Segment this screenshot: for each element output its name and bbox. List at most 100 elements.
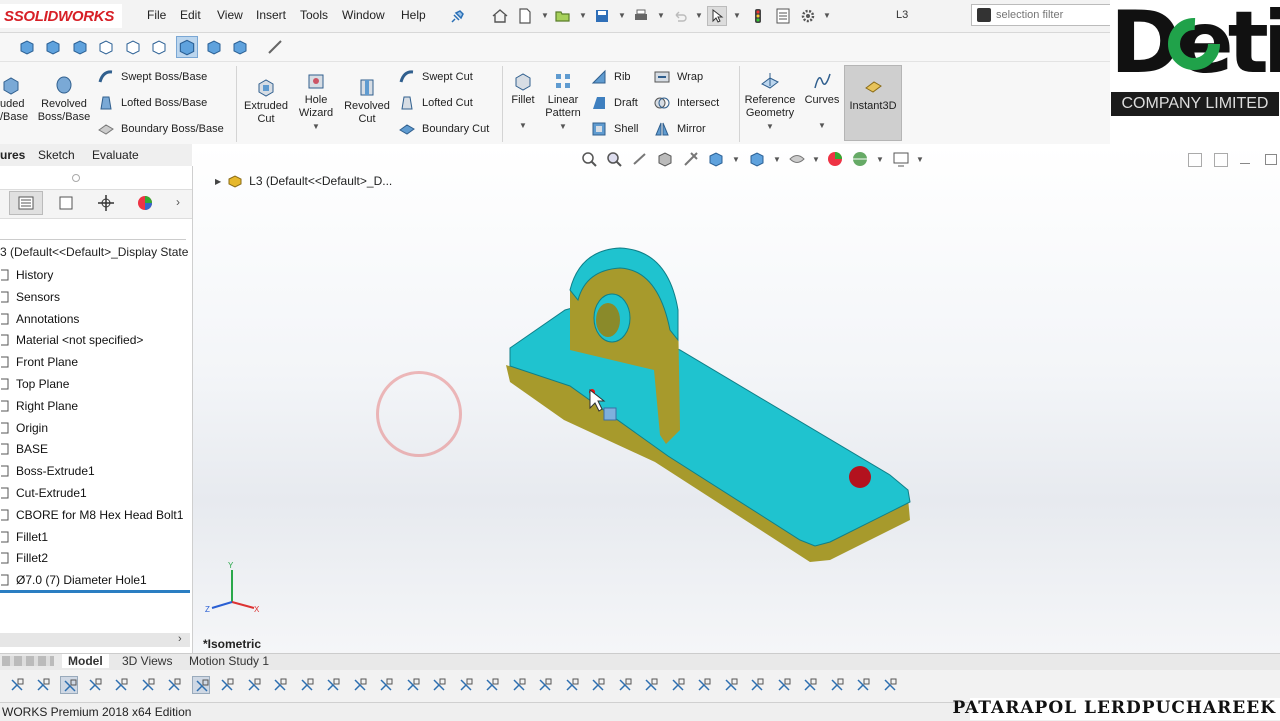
gear-icon[interactable]: [798, 6, 818, 26]
menu-edit[interactable]: Edit: [180, 8, 201, 22]
extruded-cut-button[interactable]: Extruded Cut: [240, 76, 292, 126]
mirror-button[interactable]: Mirror: [653, 120, 706, 138]
revolved-boss-button[interactable]: Revolved Boss/Base: [36, 74, 92, 124]
body-filter-icon[interactable]: [218, 676, 236, 694]
view-left-icon[interactable]: [71, 38, 89, 56]
tree-item[interactable]: Origin: [0, 418, 48, 438]
geometric-tolerance-filter-icon[interactable]: [536, 676, 554, 694]
tree-root-part[interactable]: 3 (Default<<Default>_Display State: [0, 245, 188, 259]
minimize-icon[interactable]: [1240, 163, 1250, 164]
linear-pattern-button[interactable]: Linear Pattern ▼: [542, 70, 584, 133]
view-back-icon[interactable]: [44, 38, 62, 56]
chevron-down-icon[interactable]: ▼: [743, 120, 797, 133]
traffic-light-icon[interactable]: [748, 6, 768, 26]
chevron-right-icon[interactable]: ›: [176, 195, 180, 209]
chevron-down-icon[interactable]: ▼: [916, 155, 924, 164]
chevron-down-icon[interactable]: ▼: [823, 11, 831, 20]
tab-sketch[interactable]: Sketch: [38, 148, 75, 162]
tree-item[interactable]: Fillet1: [0, 527, 48, 547]
note-filter-icon[interactable]: [430, 676, 448, 694]
feature-tree-tab-icon[interactable]: [9, 191, 43, 215]
property-manager-tab-icon[interactable]: [49, 191, 83, 215]
extruded-boss-button[interactable]: uded /Base: [0, 74, 30, 124]
menu-window[interactable]: Window: [342, 8, 385, 22]
rollback-bar[interactable]: [0, 590, 190, 593]
dynamic-annotation-icon[interactable]: [682, 150, 700, 168]
tree-item[interactable]: Sensors: [0, 287, 60, 307]
menu-insert[interactable]: Insert: [256, 8, 286, 22]
chevron-down-icon[interactable]: ▼: [695, 11, 703, 20]
tab-model[interactable]: Model: [62, 654, 109, 668]
section-view-icon[interactable]: [656, 150, 674, 168]
normal-to-icon[interactable]: [266, 38, 284, 56]
tree-item[interactable]: Top Plane: [0, 374, 69, 394]
chevron-down-icon[interactable]: ▼: [579, 11, 587, 20]
save-icon[interactable]: [592, 6, 612, 26]
horizontal-scrollbar[interactable]: ›: [0, 633, 190, 647]
tree-item[interactable]: BASE: [0, 439, 48, 459]
open-folder-icon[interactable]: [553, 6, 573, 26]
hole-callout-filter-icon[interactable]: [616, 676, 634, 694]
tree-item[interactable]: CBORE for M8 Hex Head Bolt1: [0, 505, 183, 525]
draft-button[interactable]: Draft: [590, 94, 638, 112]
origin-filter-icon[interactable]: [377, 676, 395, 694]
vertex-filter-icon[interactable]: [191, 676, 210, 694]
restore-icon[interactable]: [1265, 154, 1277, 165]
view-trimetric-icon[interactable]: [205, 38, 223, 56]
swept-boss-button[interactable]: Swept Boss/Base: [97, 68, 207, 86]
view-dimetric-icon[interactable]: [231, 38, 249, 56]
dimension-filter-icon[interactable]: [404, 676, 422, 694]
view-bottom-icon[interactable]: [150, 38, 168, 56]
revolved-cut-button[interactable]: Revolved Cut: [340, 76, 394, 126]
view-orientation-icon[interactable]: [707, 150, 725, 168]
weld-filter-icon[interactable]: [457, 676, 475, 694]
feature-breadcrumb[interactable]: ▶ L3 (Default<<Default>_D...: [215, 174, 392, 188]
solidworks-logo[interactable]: S SOLIDWORKS: [0, 4, 122, 28]
route-filter-icon[interactable]: [775, 676, 793, 694]
edge-filter-icon[interactable]: [139, 676, 157, 694]
menu-help[interactable]: Help: [401, 8, 426, 22]
chevron-down-icon[interactable]: ▼: [732, 155, 740, 164]
tab-scroll-arrows[interactable]: [2, 656, 54, 666]
select-cursor-icon[interactable]: [707, 6, 727, 26]
centerline-filter-icon[interactable]: [695, 676, 713, 694]
zoom-to-area-icon[interactable]: [605, 150, 623, 168]
datum-filter-icon[interactable]: [483, 676, 501, 694]
select-disabled-icon[interactable]: [86, 676, 104, 694]
print-icon[interactable]: [631, 6, 651, 26]
home-icon[interactable]: [490, 6, 510, 26]
pattern-filter-icon[interactable]: [854, 676, 872, 694]
chevron-down-icon[interactable]: ▼: [292, 120, 340, 133]
previous-view-icon[interactable]: [631, 150, 649, 168]
hide-show-items-icon[interactable]: [788, 150, 806, 168]
chevron-down-icon[interactable]: ▼: [657, 11, 665, 20]
configuration-manager-tab-icon[interactable]: [89, 191, 123, 215]
plane-filter-icon[interactable]: [298, 676, 316, 694]
chevron-right-icon[interactable]: ›: [178, 633, 182, 645]
tile-right-icon[interactable]: [1214, 153, 1228, 167]
tree-item[interactable]: Cut-Extrude1: [0, 483, 87, 503]
tree-item[interactable]: Front Plane: [0, 352, 78, 372]
chevron-down-icon[interactable]: ▼: [541, 11, 549, 20]
appearance-tab-icon[interactable]: [128, 191, 162, 215]
tree-item[interactable]: Fillet2: [0, 548, 48, 568]
reference-geometry-button[interactable]: Reference Geometry ▼: [743, 70, 797, 133]
select-arrow-icon[interactable]: [60, 676, 78, 694]
undo-icon[interactable]: [670, 6, 690, 26]
shell-button[interactable]: Shell: [590, 120, 638, 138]
swept-cut-button[interactable]: Swept Cut: [398, 68, 473, 86]
face-filter-icon[interactable]: [165, 676, 183, 694]
tree-item[interactable]: Ø7.0 (7) Diameter Hole1: [0, 570, 147, 590]
chevron-down-icon[interactable]: ▼: [733, 11, 741, 20]
tile-left-icon[interactable]: [1188, 153, 1202, 167]
tree-item[interactable]: Annotations: [0, 309, 79, 329]
pin-icon[interactable]: [448, 6, 468, 26]
tab-evaluate[interactable]: Evaluate: [92, 148, 139, 162]
mate-filter-icon[interactable]: [828, 676, 846, 694]
edit-appearance-icon[interactable]: [826, 150, 844, 168]
menu-view[interactable]: View: [217, 8, 243, 22]
axis-filter-icon[interactable]: [271, 676, 289, 694]
tree-item[interactable]: Material <not specified>: [0, 330, 143, 350]
surface-finish-filter-icon[interactable]: [510, 676, 528, 694]
view-front-icon[interactable]: [18, 38, 36, 56]
